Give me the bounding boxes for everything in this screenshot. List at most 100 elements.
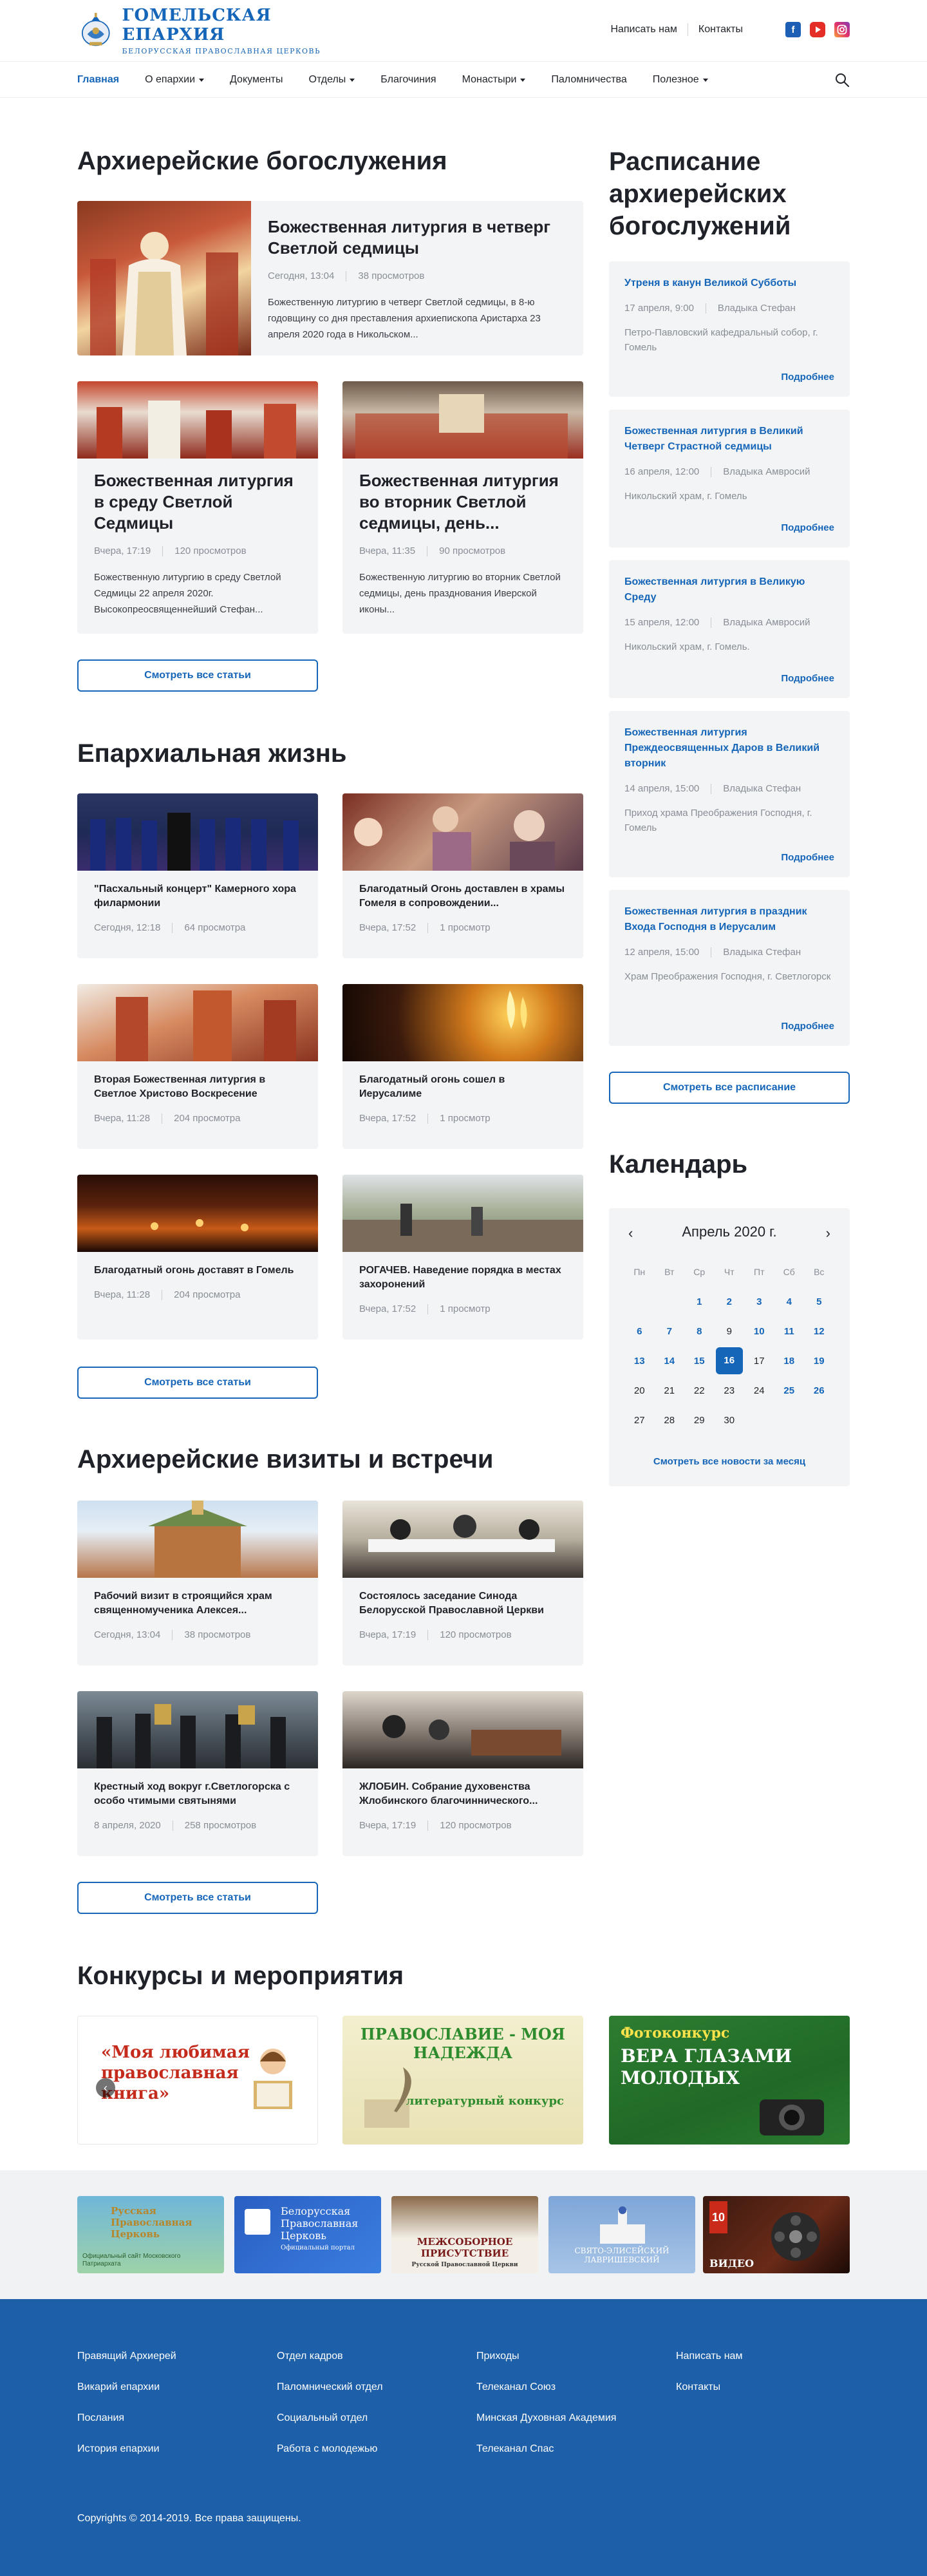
nav-item[interactable]: Отделы	[309, 74, 355, 86]
calendar-day[interactable]: 18	[774, 1356, 805, 1367]
schedule-item[interactable]: Божественная литургия Преждеосвященных Д…	[609, 711, 850, 877]
news-card[interactable]: Благодатный огонь доставят в Гомель Вчер…	[77, 1175, 318, 1340]
calendar-day[interactable]: 11	[774, 1326, 805, 1337]
view-all-schedule-button[interactable]: Смотреть все расписание	[609, 1072, 850, 1104]
write-us-link[interactable]: Написать нам	[600, 24, 687, 35]
contacts-link[interactable]: Контакты	[688, 24, 753, 35]
partner-banner-belarusian-church[interactable]: Белорусская Православная Церковь Официал…	[234, 2196, 381, 2273]
contest-banner-book[interactable]: «Моя любимая православная книга» ‹	[77, 2016, 318, 2145]
article-title[interactable]: Божественная литургия в среду Светлой Се…	[94, 470, 301, 534]
schedule-title[interactable]: Божественная литургия в Великую Среду	[624, 574, 834, 605]
footer-link[interactable]: Контакты	[676, 2382, 742, 2393]
calendar-day[interactable]: 6	[624, 1326, 655, 1337]
visit-card[interactable]: Состоялось заседание Синода Белорусской …	[342, 1501, 583, 1665]
footer-link[interactable]: Минская Духовная Академия	[476, 2412, 616, 2424]
contest-banner-literature[interactable]: ПРАВОСЛАВИЕ - МОЯ НАДЕЖДА литературный к…	[342, 2016, 583, 2145]
calendar-day[interactable]: 3	[744, 1296, 774, 1307]
footer-link[interactable]: Телеканал Спас	[476, 2443, 616, 2455]
footer-link[interactable]: Паломнический отдел	[277, 2382, 383, 2393]
nav-item[interactable]: Главная	[77, 74, 119, 86]
instagram-icon[interactable]	[834, 22, 850, 37]
calendar-day[interactable]: 8	[684, 1326, 715, 1337]
schedule-more-link[interactable]: Подробнее	[781, 852, 834, 863]
schedule-more-link[interactable]: Подробнее	[781, 1021, 834, 1032]
footer-link[interactable]: Викарий епархии	[77, 2382, 176, 2393]
calendar-month-news-link[interactable]: Смотреть все новости за месяц	[609, 1456, 850, 1467]
calendar-day[interactable]: 13	[624, 1356, 655, 1367]
footer-link[interactable]: Социальный отдел	[277, 2412, 383, 2424]
nav-item[interactable]: О епархии	[145, 74, 205, 86]
footer-link[interactable]: Отдел кадров	[277, 2351, 383, 2362]
schedule-item[interactable]: Божественная литургия в Великую Среду 15…	[609, 560, 850, 698]
partner-banner-monastery[interactable]: СВЯТО-ЭЛИСЕЙСКИЙ ЛАВРИШЕВСКИЙ	[548, 2196, 695, 2273]
schedule-more-link[interactable]: Подробнее	[781, 372, 834, 383]
news-card[interactable]: "Пасхальный концерт" Камерного хора фила…	[77, 793, 318, 958]
calendar-day[interactable]: 12	[804, 1326, 834, 1337]
footer-link[interactable]: Приходы	[476, 2351, 616, 2362]
schedule-more-link[interactable]: Подробнее	[781, 673, 834, 684]
news-card[interactable]: Вторая Божественная литургия в Светлое Х…	[77, 984, 318, 1149]
calendar-day[interactable]: 26	[804, 1385, 834, 1396]
visit-card[interactable]: Рабочий визит в строящийся храм священно…	[77, 1501, 318, 1665]
footer-link[interactable]: Написать нам	[676, 2351, 742, 2362]
schedule-title[interactable]: Божественная литургия в Великий Четверг …	[624, 424, 834, 455]
calendar-day[interactable]: 7	[655, 1326, 685, 1337]
footer-link[interactable]: Послания	[77, 2412, 176, 2424]
visit-card[interactable]: ЖЛОБИН. Собрание духовенства Жлобинского…	[342, 1691, 583, 1856]
partner-banner-russian-church[interactable]: Русская Православная Церковь Официальный…	[77, 2196, 224, 2273]
visit-card[interactable]: Крестный ход вокруг г.Светлогорска с осо…	[77, 1691, 318, 1856]
contest-banner-photo[interactable]: Фотоконкурс ВЕРА ГЛАЗАМИ МОЛОДЫХ	[609, 2016, 850, 2145]
news-title[interactable]: РОГАЧЕВ. Наведение порядка в местах захо…	[359, 1264, 566, 1292]
nav-item[interactable]: Полезное	[653, 74, 708, 86]
article-card[interactable]: Божественная литургия во вторник Светлой…	[342, 381, 583, 634]
search-icon[interactable]	[834, 72, 850, 88]
calendar-day[interactable]: 19	[804, 1356, 834, 1367]
footer-link[interactable]: История епархии	[77, 2443, 176, 2455]
footer-link[interactable]: Работа с молодежью	[277, 2443, 383, 2455]
footer-link[interactable]: Телеканал Союз	[476, 2382, 616, 2393]
calendar-day[interactable]: 2	[715, 1296, 745, 1307]
news-card[interactable]: Благодатный огонь сошел в Иерусалиме Вче…	[342, 984, 583, 1149]
visit-title[interactable]: Рабочий визит в строящийся храм священно…	[94, 1589, 301, 1618]
footer-link[interactable]: Правящий Архиерей	[77, 2351, 176, 2362]
news-title[interactable]: Благодатный огонь сошел в Иерусалиме	[359, 1073, 566, 1101]
view-all-articles-button[interactable]: Смотреть все статьи	[77, 1367, 318, 1399]
schedule-title[interactable]: Божественная литургия в праздник Входа Г…	[624, 904, 834, 935]
partner-banner-video[interactable]: 10 ВИДЕО	[703, 2196, 850, 2273]
schedule-item[interactable]: Утреня в канун Великой Субботы 17 апреля…	[609, 261, 850, 397]
facebook-icon[interactable]: f	[785, 22, 801, 37]
news-title[interactable]: Благодатный огонь доставят в Гомель	[94, 1264, 301, 1278]
article-card[interactable]: Божественная литургия в среду Светлой Се…	[77, 381, 318, 634]
calendar-day[interactable]: 1	[684, 1296, 715, 1307]
featured-article-card[interactable]: Божественная литургия в четверг Светлой …	[77, 201, 583, 355]
view-all-articles-button[interactable]: Смотреть все статьи	[77, 1882, 318, 1914]
featured-article-title[interactable]: Божественная литургия в четверг Светлой …	[268, 216, 566, 259]
schedule-item[interactable]: Божественная литургия в праздник Входа Г…	[609, 890, 850, 1046]
nav-item[interactable]: Паломничества	[551, 74, 626, 86]
nav-item[interactable]: Благочиния	[380, 74, 436, 86]
visit-title[interactable]: Крестный ход вокруг г.Светлогорска с осо…	[94, 1780, 301, 1808]
article-title[interactable]: Божественная литургия во вторник Светлой…	[359, 470, 566, 534]
nav-item[interactable]: Документы	[230, 74, 283, 86]
partner-banner-inter-council[interactable]: МЕЖСОБОРНОЕ ПРИСУТСТВИЕ Русской Правосла…	[391, 2196, 538, 2273]
calendar-day-today[interactable]: 16	[715, 1347, 745, 1374]
calendar-day[interactable]: 5	[804, 1296, 834, 1307]
chevron-left-icon[interactable]: ‹	[96, 2078, 115, 2098]
visit-title[interactable]: Состоялось заседание Синода Белорусской …	[359, 1589, 566, 1618]
view-all-articles-button[interactable]: Смотреть все статьи	[77, 659, 318, 692]
schedule-title[interactable]: Утреня в канун Великой Субботы	[624, 276, 834, 291]
youtube-icon[interactable]	[810, 22, 825, 37]
calendar-day[interactable]: 4	[774, 1296, 805, 1307]
site-logo[interactable]: ГОМЕЛЬСКАЯ ЕПАРХИЯ БЕЛОРУССКАЯ ПРАВОСЛАВ…	[77, 6, 348, 55]
schedule-title[interactable]: Божественная литургия Преждеосвященных Д…	[624, 725, 834, 772]
news-title[interactable]: "Пасхальный концерт" Камерного хора фила…	[94, 882, 301, 911]
calendar-day[interactable]: 25	[774, 1385, 805, 1396]
nav-item[interactable]: Монастыри	[462, 74, 526, 86]
news-title[interactable]: Вторая Божественная литургия в Светлое Х…	[94, 1073, 301, 1101]
news-card[interactable]: Благодатный Огонь доставлен в храмы Гоме…	[342, 793, 583, 958]
news-card[interactable]: РОГАЧЕВ. Наведение порядка в местах захо…	[342, 1175, 583, 1340]
calendar-day[interactable]: 10	[744, 1326, 774, 1337]
calendar-day[interactable]: 15	[684, 1356, 715, 1367]
news-title[interactable]: Благодатный Огонь доставлен в храмы Гоме…	[359, 882, 566, 911]
visit-title[interactable]: ЖЛОБИН. Собрание духовенства Жлобинского…	[359, 1780, 566, 1808]
